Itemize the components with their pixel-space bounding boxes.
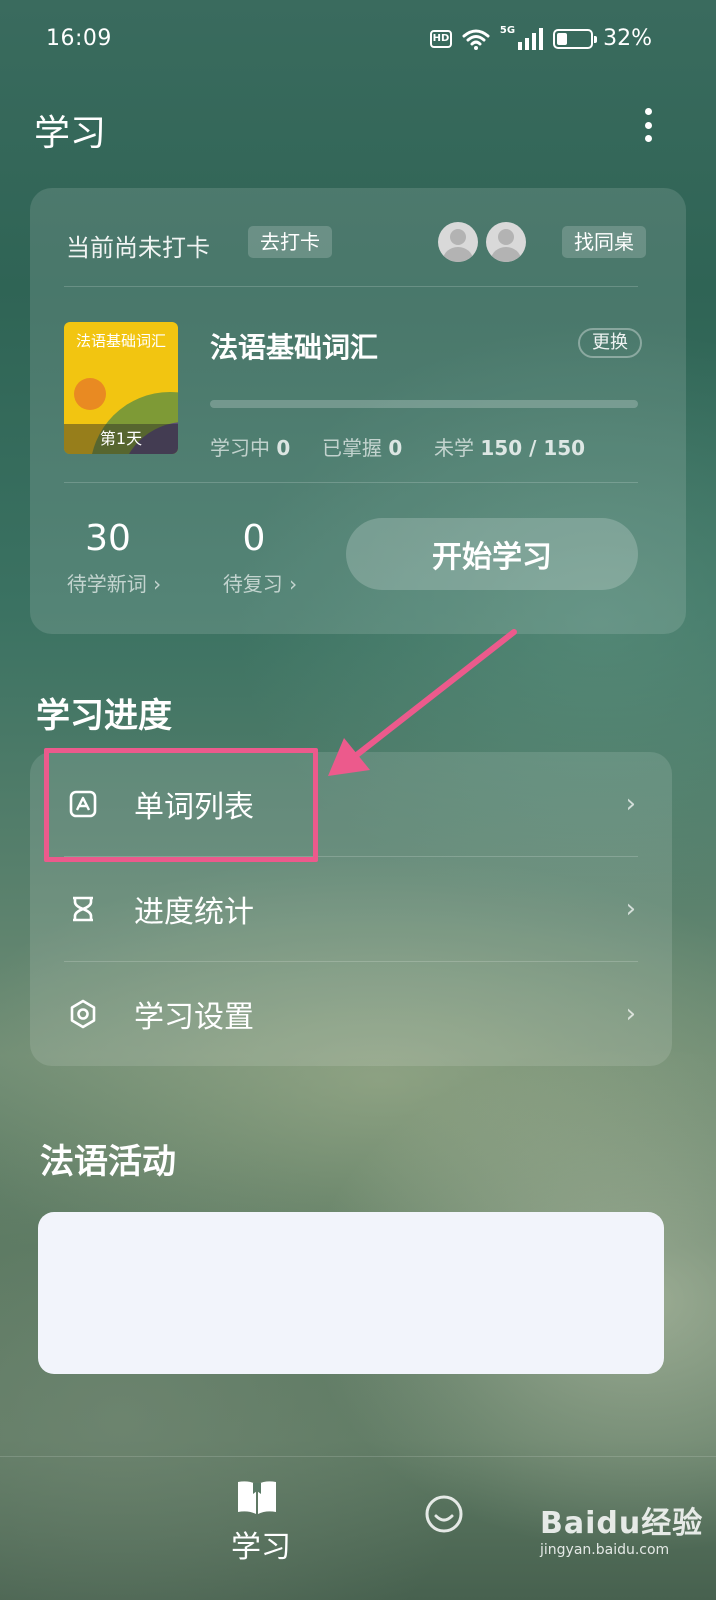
chevron-right-icon: › [625, 894, 636, 924]
status-time: 16:09 [46, 26, 112, 51]
unlearned-stat: 未学 150 / 150 [434, 436, 586, 460]
book-name: 法语基础词汇 [210, 331, 379, 364]
book-cover[interactable]: 法语基础词汇 第1天 [64, 322, 178, 454]
battery-icon [553, 28, 598, 49]
baidu-watermark: Baidu经验 jingyan.baidu.com [540, 1498, 703, 1558]
start-learning-button[interactable]: 开始学习 [346, 518, 638, 590]
mastered-stat: 已掌握 0 [322, 436, 403, 460]
watermark-url: jingyan.baidu.com [540, 1542, 670, 1558]
more-options-icon[interactable] [636, 105, 660, 145]
list-item-label: 进度统计 [134, 895, 254, 930]
new-words-label[interactable]: 待学新词 › [34, 568, 194, 597]
wifi-icon [462, 29, 490, 50]
battery-percent: 32% [603, 26, 652, 51]
review-count[interactable]: 0 [184, 518, 324, 559]
status-icons: HD 5G 32% [429, 25, 652, 51]
book-progress-bar [210, 400, 638, 408]
checkin-button[interactable]: 去打卡 [248, 226, 332, 258]
cover-day: 第1天 [64, 424, 178, 454]
hourglass-icon [73, 896, 93, 922]
progress-section-title: 学习进度 [36, 696, 172, 736]
network-type: 5G [499, 25, 516, 36]
divider [64, 482, 638, 483]
list-item-label: 学习设置 [134, 1000, 254, 1035]
checkin-status: 当前尚未打卡 [66, 234, 210, 262]
learning-stat: 学习中 0 [210, 436, 291, 460]
nav-learn-label[interactable]: 学习 [226, 1522, 296, 1566]
annotation-arrow-icon [328, 629, 517, 776]
battery-fill [557, 32, 568, 45]
cover-title: 法语基础词汇 [75, 332, 166, 350]
review-label[interactable]: 待复习 › [180, 568, 340, 597]
avatar[interactable] [486, 222, 526, 262]
page-title: 学习 [34, 113, 107, 154]
watermark-logo: Baidu经验 [540, 1506, 704, 1541]
signal-icon [518, 27, 544, 50]
smile-icon[interactable] [424, 1494, 464, 1534]
list-item-progress-stats[interactable]: 进度统计 › [30, 857, 672, 961]
nav-divider [0, 1456, 716, 1457]
list-item-study-settings[interactable]: 学习设置 › [30, 962, 672, 1066]
annotation-highlight-box [44, 748, 318, 862]
hd-icon: HD [429, 29, 452, 48]
avatar[interactable] [438, 222, 478, 262]
activity-banner[interactable] [38, 1212, 664, 1374]
activity-section-title: 法语活动 [40, 1142, 176, 1182]
change-book-button[interactable]: 更换 [578, 328, 642, 358]
new-words-count[interactable]: 30 [38, 518, 178, 559]
settings-hex-icon [70, 999, 96, 1029]
divider [64, 286, 638, 287]
chevron-right-icon: › [625, 789, 636, 819]
chevron-right-icon: › [625, 999, 636, 1029]
find-deskmate-button[interactable]: 找同桌 [562, 226, 646, 258]
book-icon[interactable] [236, 1480, 278, 1516]
